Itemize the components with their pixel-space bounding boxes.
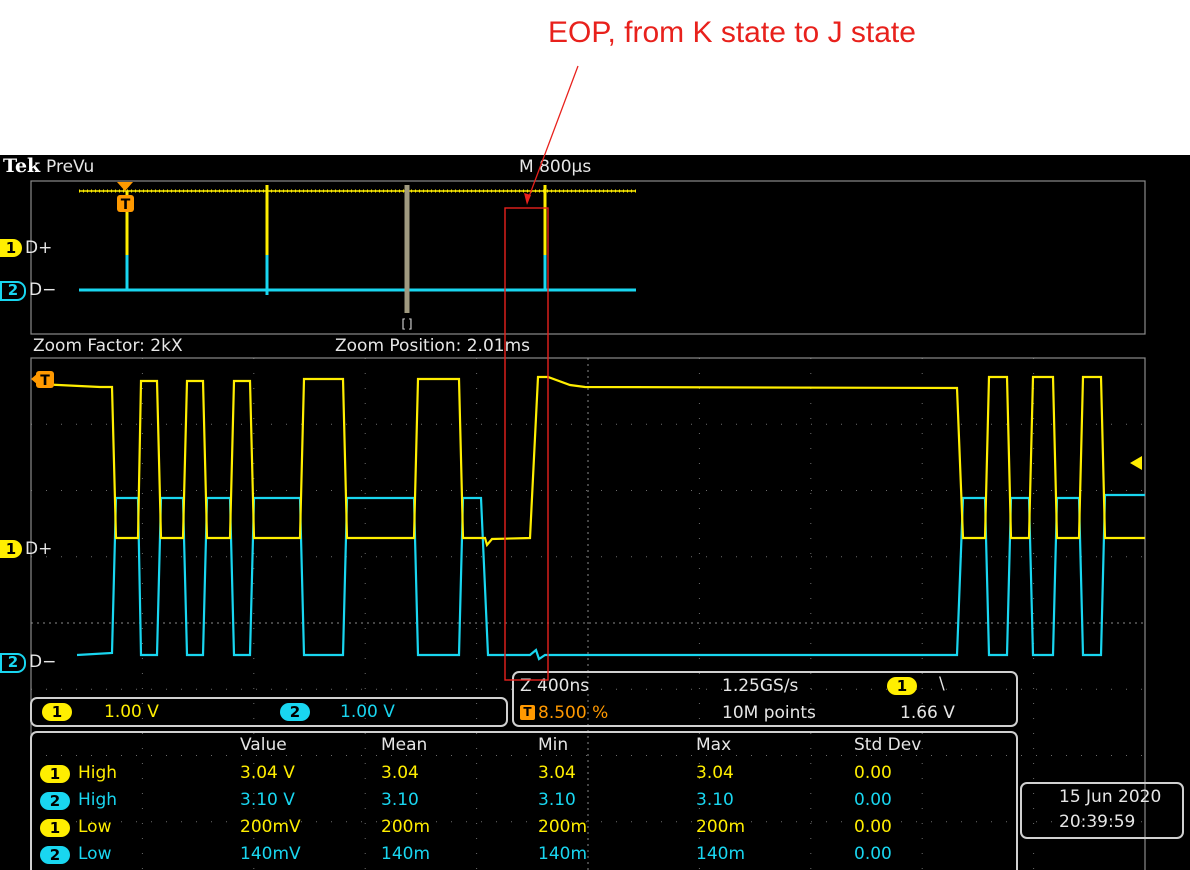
- meas-row-value: 3.10 V: [240, 790, 295, 810]
- main-ch1-waveform: [37, 375, 1145, 548]
- trigger-level: 1.66 V: [900, 703, 955, 723]
- datetime-panel[interactable]: 15 Jun 2020 20:39:59: [1020, 782, 1184, 839]
- date-label: 15 Jun 2020: [1059, 787, 1162, 807]
- main-ch2-badge: 2: [0, 653, 26, 673]
- meas-row-value: 200mV: [240, 817, 301, 837]
- zoom-position: Zoom Position: 2.01ms: [335, 336, 531, 356]
- meas-row-value: 3.04 V: [240, 763, 295, 783]
- trigger-channel-badge: 1: [887, 677, 917, 695]
- meas-row-mean: 140m: [381, 844, 431, 864]
- meas-row-mean: 3.04: [381, 763, 419, 783]
- meas-header-max: Max: [696, 735, 732, 755]
- main-ch1-label: 1 D+: [0, 539, 52, 559]
- record-length: 10M points: [722, 703, 816, 723]
- overview-window-bracket: []: [400, 317, 414, 331]
- meas-row-badge: 1: [40, 819, 70, 837]
- meas-row-name: High: [78, 763, 118, 783]
- meas-row-min: 3.04: [538, 763, 576, 783]
- meas-row-min: 200m: [538, 817, 588, 837]
- meas-row-std: 0.00: [854, 763, 892, 783]
- time-label: 20:39:59: [1059, 812, 1136, 832]
- ch2-badge: 2: [0, 281, 26, 301]
- meas-row-value: 140mV: [240, 844, 301, 864]
- meas-row-name: Low: [78, 844, 112, 864]
- meas-header-value: Value: [240, 735, 287, 755]
- meas-row[interactable]: 2 High 3.10 V 3.10 3.10 3.10 0.00: [32, 789, 1016, 815]
- meas-row-std: 0.00: [854, 790, 892, 810]
- overview-ch2-label: 2 D−: [0, 280, 56, 301]
- meas-row-badge: 1: [40, 765, 70, 783]
- meas-row-mean: 3.10: [381, 790, 419, 810]
- trigger-slope-icon: \: [939, 674, 945, 694]
- trigger-position: 8.500 %: [538, 703, 609, 723]
- main-trigger-label: T: [40, 373, 50, 389]
- sample-rate: 1.25GS/s: [722, 676, 799, 696]
- overview-ch1-label: 1 D+: [0, 238, 52, 258]
- meas-row-min: 3.10: [538, 790, 576, 810]
- main-ch1-name: D+: [25, 539, 53, 559]
- meas-row-badge: 2: [40, 846, 70, 864]
- main-ch2-label: 2 D−: [0, 652, 56, 673]
- trigger-position-icon: T: [520, 705, 535, 720]
- oscilloscope-screen: Tek PreVu M 800µs T [] T 1 D+ 2 D− Zoom …: [0, 155, 1190, 870]
- main-trigger-arrow: [31, 373, 38, 385]
- meas-row-mean: 200m: [381, 817, 431, 837]
- ch1-badge: 1: [0, 239, 22, 257]
- main-ch2-name: D−: [29, 652, 57, 672]
- meas-row-name: Low: [78, 817, 112, 837]
- zoom-factor: Zoom Factor: 2kX: [33, 336, 183, 356]
- ch1-name: D+: [25, 238, 53, 258]
- main-ch1-badge: 1: [0, 540, 22, 558]
- measurements-panel[interactable]: Value Mean Min Max Std Dev 1 High 3.04 V…: [30, 731, 1018, 870]
- meas-row-min: 140m: [538, 844, 588, 864]
- meas-row-max: 200m: [696, 817, 746, 837]
- meas-header-min: Min: [538, 735, 569, 755]
- meas-row[interactable]: 2 Low 140mV 140m 140m 140m 0.00: [32, 843, 1016, 869]
- trigger-level-arrow: [1130, 456, 1142, 470]
- acquisition-panel[interactable]: Z 400ns T 8.500 % 1.25GS/s 10M points 1 …: [512, 671, 1018, 727]
- meas-header-stddev: Std Dev: [854, 735, 922, 755]
- eop-annotation: EOP, from K state to J state: [548, 16, 916, 49]
- meas-row-name: High: [78, 790, 118, 810]
- meas-row-std: 0.00: [854, 844, 892, 864]
- meas-row-max: 140m: [696, 844, 746, 864]
- meas-row[interactable]: 1 Low 200mV 200m 200m 200m 0.00: [32, 816, 1016, 842]
- overview-frame: [30, 180, 1146, 335]
- scale-ch2-badge: 2: [280, 703, 310, 721]
- meas-row[interactable]: 1 High 3.04 V 3.04 3.04 3.04 0.00: [32, 762, 1016, 788]
- scale-ch1-badge: 1: [42, 703, 72, 721]
- scale-ch2-value: 1.00 V: [340, 702, 395, 722]
- meas-row-badge: 2: [40, 792, 70, 810]
- meas-row-max: 3.04: [696, 763, 734, 783]
- meas-row-std: 0.00: [854, 817, 892, 837]
- ch2-name: D−: [29, 280, 57, 300]
- overview-trigger-label: T: [121, 197, 131, 213]
- horizontal-scale: Z 400ns: [520, 676, 590, 696]
- channel-scale-panel[interactable]: 1 1.00 V 2 1.00 V: [30, 697, 508, 727]
- scale-ch1-value: 1.00 V: [104, 702, 159, 722]
- meas-header-mean: Mean: [381, 735, 428, 755]
- meas-row-max: 3.10: [696, 790, 734, 810]
